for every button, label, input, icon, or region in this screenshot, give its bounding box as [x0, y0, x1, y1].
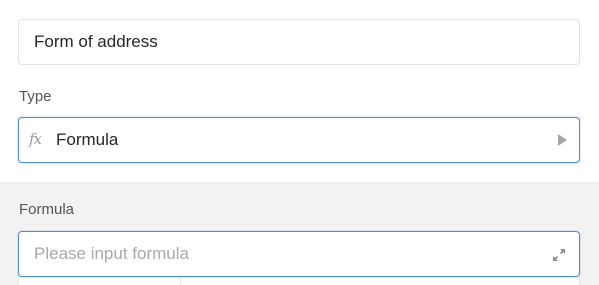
- formula-input[interactable]: Please input formula: [18, 231, 580, 277]
- formula-label: Formula: [19, 201, 75, 218]
- column-settings-panel: Form of address Type fx Formula Formula …: [0, 0, 599, 285]
- fx-icon: fx: [29, 130, 42, 148]
- caret-right-icon: [558, 134, 567, 146]
- formula-placeholder: Please input formula: [34, 244, 189, 263]
- formula-editor-area: [18, 276, 580, 285]
- formula-editor-divider: [180, 276, 181, 285]
- column-name-input[interactable]: Form of address: [18, 19, 580, 65]
- type-label: Type: [19, 88, 52, 105]
- column-type-value: Formula: [56, 130, 119, 149]
- column-type-select[interactable]: fx Formula: [18, 117, 580, 163]
- expand-icon[interactable]: [552, 248, 566, 262]
